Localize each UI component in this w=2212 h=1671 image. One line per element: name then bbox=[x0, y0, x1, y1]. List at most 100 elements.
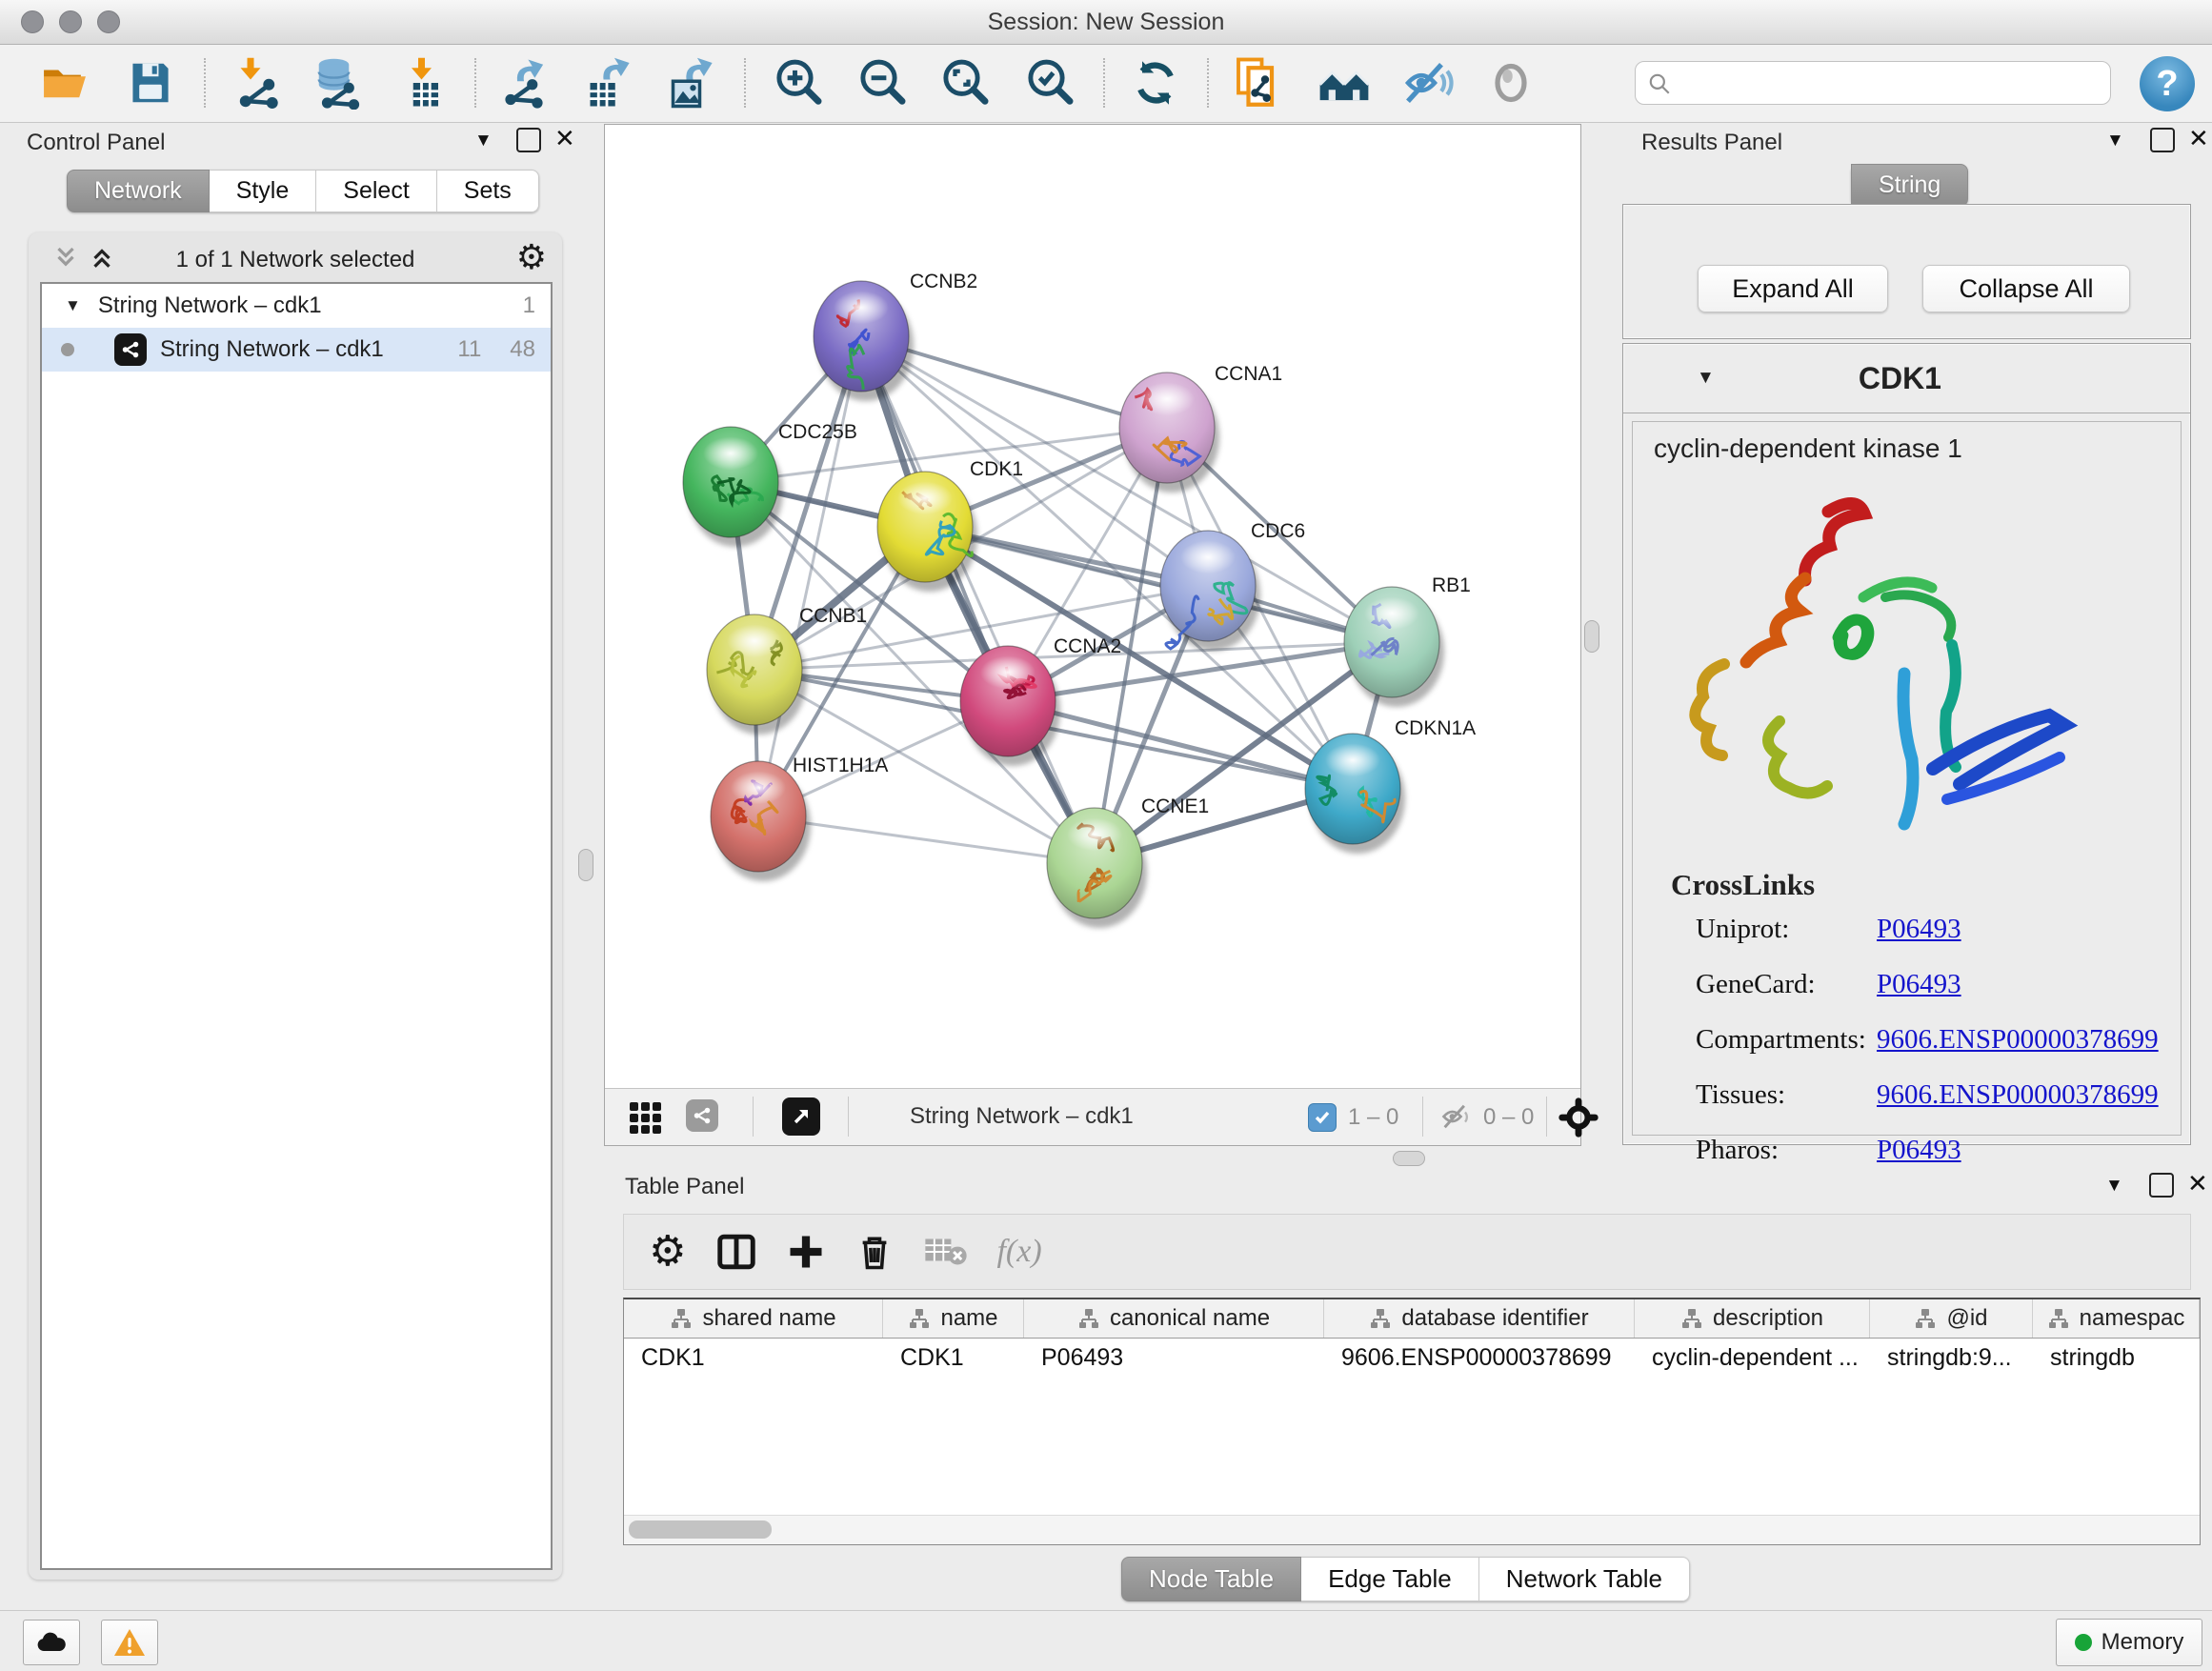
table-cell[interactable]: cyclin-dependent ... bbox=[1635, 1339, 1870, 1377]
node-CCNA2[interactable] bbox=[960, 646, 1060, 766]
control-panel-close-button[interactable]: ✕ bbox=[554, 128, 575, 149]
vertical-splitter-handle[interactable] bbox=[1584, 620, 1599, 653]
protein-expander-icon[interactable]: ▼ bbox=[1697, 368, 1715, 389]
zoom-out-button[interactable] bbox=[852, 52, 913, 113]
birds-eye-view-icon[interactable] bbox=[630, 1102, 661, 1134]
cloud-status-button[interactable] bbox=[23, 1620, 80, 1665]
results-panel-float-button[interactable] bbox=[2150, 128, 2175, 152]
tab-string[interactable]: String bbox=[1851, 164, 1968, 207]
first-neighbors-button[interactable] bbox=[1314, 52, 1375, 113]
table-cell[interactable]: CDK1 bbox=[624, 1339, 883, 1377]
export-table-button[interactable] bbox=[576, 52, 637, 113]
crosslink-link[interactable]: P06493 bbox=[1877, 914, 1961, 945]
results-panel-close-button[interactable]: ✕ bbox=[2188, 128, 2209, 149]
table-cell[interactable]: stringdb:9... bbox=[1870, 1339, 2033, 1377]
warnings-button[interactable] bbox=[101, 1620, 158, 1665]
node-CDKN1A[interactable] bbox=[1305, 734, 1405, 854]
network-collection-row[interactable]: ▼ String Network – cdk1 1 bbox=[42, 284, 551, 328]
horizontal-splitter-handle[interactable] bbox=[1393, 1151, 1425, 1166]
open-session-button[interactable] bbox=[34, 52, 95, 113]
table-panel-menu-button[interactable]: ▼ bbox=[2105, 1176, 2123, 1197]
protein-card-header[interactable]: ▼ CDK1 bbox=[1623, 344, 2190, 413]
refresh-button[interactable] bbox=[1125, 52, 1186, 113]
save-session-button[interactable] bbox=[120, 52, 181, 113]
column-header-database-identifier[interactable]: database identifier bbox=[1324, 1299, 1635, 1338]
table-cell[interactable]: 9606.ENSP00000378699 bbox=[1324, 1339, 1635, 1377]
vertical-splitter-handle[interactable] bbox=[578, 849, 593, 881]
memory-button[interactable]: Memory bbox=[2056, 1619, 2202, 1666]
node-HIST1H1A[interactable] bbox=[711, 761, 811, 881]
edge-CCNE1-CCNB2[interactable] bbox=[861, 336, 1095, 863]
scrollbar-thumb[interactable] bbox=[629, 1520, 772, 1539]
crosslink-link[interactable]: P06493 bbox=[1877, 1135, 1961, 1166]
tab-style[interactable]: Style bbox=[210, 170, 317, 212]
results-panel-title: Results Panel bbox=[1641, 130, 1782, 156]
import-network-from-database-button[interactable] bbox=[307, 52, 368, 113]
zoom-in-button[interactable] bbox=[768, 52, 829, 113]
export-image-icon bbox=[663, 56, 716, 110]
table-options-gear-icon[interactable]: ⚙ bbox=[649, 1231, 686, 1273]
node-CDC6[interactable] bbox=[1160, 531, 1260, 651]
tab-network[interactable]: Network bbox=[67, 170, 210, 212]
column-header--id[interactable]: @id bbox=[1870, 1299, 2033, 1338]
export-image-button[interactable] bbox=[659, 52, 720, 113]
control-panel-menu-button[interactable]: ▼ bbox=[474, 131, 493, 151]
tab-sets[interactable]: Sets bbox=[437, 170, 539, 212]
column-header-description[interactable]: description bbox=[1635, 1299, 1870, 1338]
table-panel-close-button[interactable]: ✕ bbox=[2187, 1173, 2208, 1194]
hide-selected-button[interactable] bbox=[1398, 52, 1458, 113]
network-list-options-gear-icon[interactable]: ⚙ bbox=[516, 240, 547, 274]
results-panel-menu-button[interactable]: ▼ bbox=[2106, 131, 2124, 151]
show-all-button[interactable] bbox=[1480, 52, 1541, 113]
import-table-button[interactable] bbox=[394, 52, 455, 113]
delete-column-trash-icon[interactable] bbox=[854, 1231, 895, 1273]
node-CCNE1[interactable] bbox=[1047, 808, 1147, 928]
tab-network-table[interactable]: Network Table bbox=[1479, 1557, 1690, 1601]
network-row-selected[interactable]: String Network – cdk1 11 48 bbox=[42, 328, 551, 372]
add-column-icon[interactable] bbox=[785, 1231, 827, 1273]
network-view[interactable]: CCNB2CCNA1CDC25BCDK1CDC6RB1CCNB1CCNA2CDK… bbox=[604, 124, 1581, 1146]
export-network-button[interactable] bbox=[493, 52, 554, 113]
network-overview-icon[interactable] bbox=[686, 1099, 718, 1132]
column-header-name[interactable]: name bbox=[883, 1299, 1024, 1338]
table-horizontal-scrollbar[interactable] bbox=[624, 1515, 2200, 1544]
table-cell[interactable]: P06493 bbox=[1024, 1339, 1324, 1377]
zoom-selected-button[interactable] bbox=[1019, 52, 1080, 113]
column-header-canonical-name[interactable]: canonical name bbox=[1024, 1299, 1324, 1338]
column-header-label: canonical name bbox=[1110, 1305, 1270, 1332]
column-header-shared-name[interactable]: shared name bbox=[624, 1299, 883, 1338]
clone-network-button[interactable] bbox=[1228, 52, 1289, 113]
node-CCNB1[interactable] bbox=[707, 614, 807, 735]
node-CDC25B[interactable] bbox=[683, 427, 783, 547]
tab-node-table[interactable]: Node Table bbox=[1121, 1557, 1301, 1601]
crosslink-link[interactable]: 9606.ENSP00000378699 bbox=[1877, 1079, 2159, 1111]
fit-selected-target-icon[interactable] bbox=[1558, 1097, 1599, 1138]
table-body: CDK1CDK1P064939606.ENSP00000378699cyclin… bbox=[624, 1339, 2200, 1377]
node-RB1[interactable] bbox=[1344, 587, 1444, 707]
node-CCNB2[interactable] bbox=[814, 281, 914, 401]
crosslink-link[interactable]: P06493 bbox=[1877, 969, 1961, 1000]
column-header-namespac[interactable]: namespac bbox=[2033, 1299, 2200, 1338]
expand-all-button[interactable]: Expand All bbox=[1698, 265, 1888, 312]
selected-nodes-checkbox[interactable] bbox=[1308, 1103, 1337, 1132]
edge-CCNB2-HIST1H1A[interactable] bbox=[758, 336, 861, 816]
zoom-fit-button[interactable] bbox=[935, 52, 995, 113]
tab-select[interactable]: Select bbox=[316, 170, 436, 212]
search-input[interactable] bbox=[1679, 64, 2102, 100]
collection-expander-icon[interactable]: ▼ bbox=[65, 296, 81, 315]
open-in-window-icon[interactable] bbox=[782, 1097, 820, 1136]
help-button[interactable]: ? bbox=[2140, 56, 2195, 111]
crosslink-link[interactable]: 9606.ENSP00000378699 bbox=[1877, 1024, 2159, 1056]
table-panel-float-button[interactable] bbox=[2149, 1173, 2174, 1198]
table-row[interactable]: CDK1CDK1P064939606.ENSP00000378699cyclin… bbox=[624, 1339, 2200, 1377]
node-CDK1[interactable] bbox=[877, 472, 977, 592]
table-cell[interactable]: CDK1 bbox=[883, 1339, 1024, 1377]
collapse-all-button[interactable]: Collapse All bbox=[1922, 265, 2130, 312]
import-network-from-file-button[interactable] bbox=[227, 52, 288, 113]
control-panel-float-button[interactable] bbox=[516, 128, 541, 152]
network-graph[interactable]: CCNB2CCNA1CDC25BCDK1CDC6RB1CCNB1CCNA2CDK… bbox=[605, 125, 1580, 1089]
table-cell[interactable]: stringdb bbox=[2033, 1339, 2200, 1377]
node-CCNA1[interactable] bbox=[1119, 372, 1219, 493]
show-columns-icon[interactable] bbox=[714, 1230, 758, 1274]
tab-edge-table[interactable]: Edge Table bbox=[1301, 1557, 1479, 1601]
